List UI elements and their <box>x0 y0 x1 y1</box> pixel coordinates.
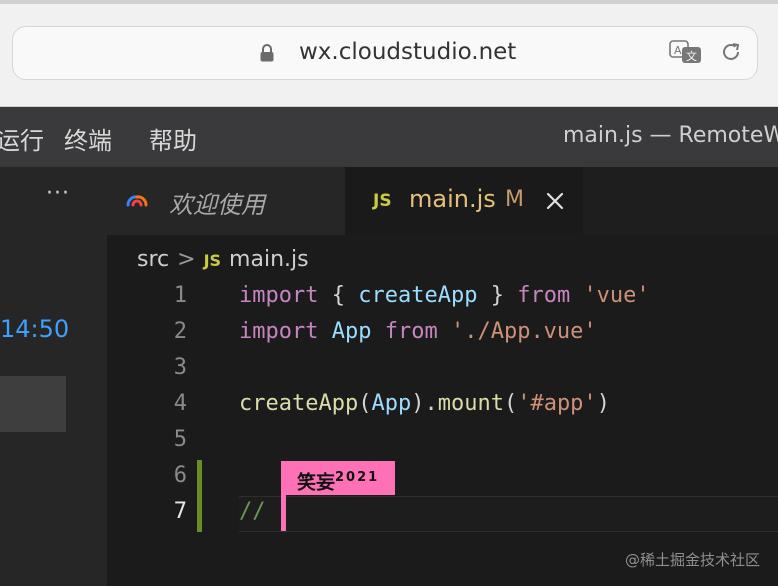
sidebar-selected-item[interactable] <box>0 376 66 432</box>
code-token: ( <box>358 391 372 416</box>
code-line[interactable]: import { createApp } from 'vue' <box>239 283 650 308</box>
sidebar-time: 14:50 <box>0 315 70 343</box>
code-token: ). <box>411 391 438 416</box>
code-token: } <box>477 283 518 308</box>
window-title: main.js — RemoteW <box>563 123 778 148</box>
collaborator-name: 笑妄 <box>297 471 336 494</box>
browser-chrome: wx.cloudstudio.net A 文 <box>0 4 778 107</box>
js-file-icon: JS <box>203 251 222 270</box>
lock-icon <box>260 44 274 62</box>
current-line-highlight <box>239 496 778 532</box>
code-token: ( <box>503 391 518 416</box>
code-token: import <box>239 283 319 308</box>
url-text[interactable]: wx.cloudstudio.net <box>299 39 516 65</box>
code-line[interactable]: // <box>239 499 266 524</box>
code-token: { <box>318 283 359 308</box>
cloudstudio-logo-icon <box>126 195 148 207</box>
sidebar: ··· 14:50 <box>0 167 107 586</box>
code-line[interactable]: createApp(App).mount('#app') <box>239 391 610 416</box>
code-token: './App.vue' <box>450 319 597 344</box>
more-actions-icon[interactable]: ··· <box>46 181 70 206</box>
collaborator-cursor-label: 笑妄2021 <box>281 461 396 495</box>
menu-item-terminal[interactable]: 终端 <box>64 121 112 156</box>
line-number: 4 <box>173 391 187 416</box>
reload-icon[interactable] <box>719 40 743 64</box>
code-token: mount <box>437 391 504 416</box>
code-token: import <box>239 319 319 344</box>
tab-main-js-label: main.js <box>409 185 496 213</box>
line-number: 3 <box>173 355 187 380</box>
menu-item-help[interactable]: 帮助 <box>149 121 197 156</box>
code-token: App <box>371 391 412 416</box>
tab-welcome[interactable]: 欢迎使用 <box>107 167 345 235</box>
translate-icon[interactable]: A 文 <box>669 40 703 64</box>
modified-indicator: M <box>505 187 524 212</box>
code-token: createApp <box>239 391 359 416</box>
close-icon[interactable] <box>543 189 567 213</box>
svg-text:文: 文 <box>686 49 697 63</box>
line-number: 5 <box>173 427 187 452</box>
line-number: 6 <box>173 463 187 488</box>
code-token: App <box>331 319 372 344</box>
tab-main-js[interactable]: JS main.js M <box>345 167 583 235</box>
breadcrumb: src > JS main.js <box>137 247 309 272</box>
code-token: 'vue' <box>583 283 650 308</box>
code-editor[interactable]: src > JS main.js 1 2 3 4 5 6 7 import { createApp… <box>107 235 778 586</box>
code-token: ) <box>596 391 610 416</box>
code-line[interactable]: import App from './App.vue' <box>239 319 597 344</box>
line-number: 7 <box>173 499 187 524</box>
collaborator-year: 2021 <box>335 470 380 485</box>
line-number: 2 <box>173 319 187 344</box>
code-token: '#app' <box>517 391 597 416</box>
code-token: createApp <box>358 283 478 308</box>
code-token: from <box>384 319 438 344</box>
watermark: @稀土掘金技术社区 <box>624 551 760 569</box>
menu-item-run[interactable]: 运行 <box>0 121 44 156</box>
tab-bar: 欢迎使用 JS main.js M <box>107 167 778 235</box>
chevron-right-icon: > <box>177 247 196 272</box>
tab-welcome-label: 欢迎使用 <box>169 191 265 219</box>
modified-lines-indicator <box>197 460 202 532</box>
breadcrumb-folder[interactable]: src <box>137 247 169 272</box>
svg-text:A: A <box>674 44 682 57</box>
js-file-icon: JS <box>373 191 392 211</box>
address-bar[interactable]: wx.cloudstudio.net A 文 <box>12 26 758 80</box>
collaborator-cursor <box>281 495 286 531</box>
code-token: from <box>517 283 571 308</box>
code-token: // <box>239 499 266 524</box>
breadcrumb-file[interactable]: main.js <box>229 247 309 272</box>
menu-bar: 运行 终端 帮助 main.js — RemoteW <box>0 107 778 167</box>
line-number: 1 <box>173 283 187 308</box>
